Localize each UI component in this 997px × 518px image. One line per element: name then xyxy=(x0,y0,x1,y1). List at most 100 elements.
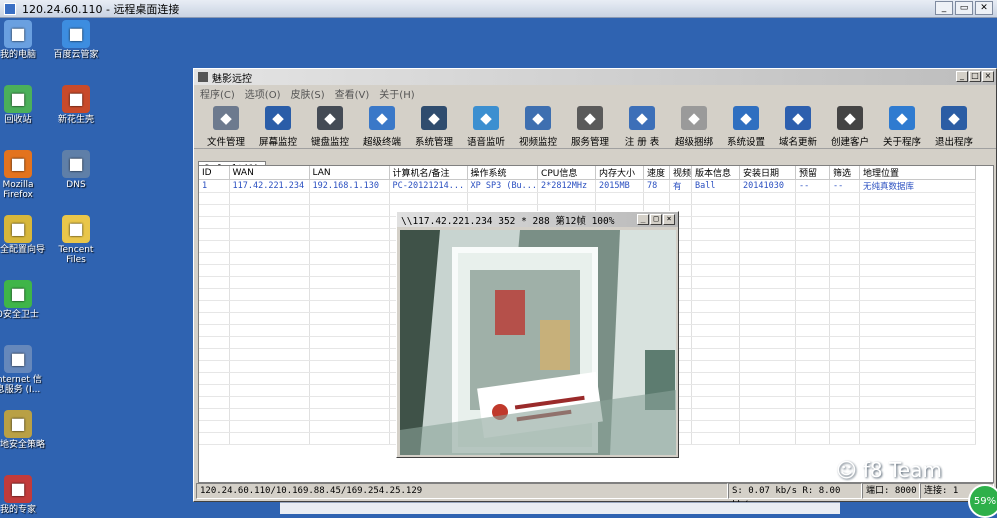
column-header[interactable]: 操作系统 xyxy=(467,166,539,180)
empty-cell xyxy=(309,336,390,349)
toolbar-settings-button[interactable]: ◆ 系统设置 xyxy=(720,102,772,148)
column-header[interactable]: 安装日期 xyxy=(739,166,797,180)
toolbar-registry-button[interactable]: ◆ 注 册 表 xyxy=(616,102,668,148)
desktop-icon-label: Internet 信息服务 (I... xyxy=(0,375,42,395)
empty-cell xyxy=(829,324,861,337)
column-header[interactable]: 速度 xyxy=(643,166,671,180)
menu-item[interactable]: 关于(H) xyxy=(379,86,414,101)
desktop-icon-security-guard[interactable]: ■ 0安全卫士 xyxy=(0,280,46,320)
empty-cell xyxy=(691,300,741,313)
empty-cell xyxy=(795,384,831,397)
close-button[interactable]: ✕ xyxy=(975,1,993,15)
desktop-icon-label: 0安全卫士 xyxy=(0,310,39,320)
toolbar-service-button[interactable]: ◆ 服务管理 xyxy=(564,102,616,148)
restore-button[interactable]: ▭ xyxy=(955,1,973,15)
column-header[interactable]: 视频 xyxy=(669,166,693,180)
toolbar-exit-button[interactable]: ◆ 退出程序 xyxy=(928,102,980,148)
empty-cell xyxy=(691,276,741,289)
menu-item[interactable]: 程序(C) xyxy=(200,86,235,101)
menu-item[interactable]: 选项(O) xyxy=(245,86,281,101)
empty-cell xyxy=(309,432,390,445)
table-row[interactable]: 1 117.42.221.234 192.168.1.130 PC-20121214.… xyxy=(199,179,977,193)
column-header[interactable]: ID xyxy=(199,166,230,180)
empty-cell xyxy=(829,408,861,421)
desktop-icon-firefox[interactable]: ■ Mozilla Firefox xyxy=(0,150,46,200)
maximize-button[interactable]: □ xyxy=(969,71,981,82)
desktop-icon-cloud[interactable]: ■ 百度云管家 xyxy=(48,20,104,60)
column-header[interactable]: 筛选 xyxy=(829,166,861,180)
empty-cell xyxy=(199,288,230,301)
desktop-icon-peanut-shell[interactable]: ■ 新花生壳 xyxy=(48,85,104,125)
empty-cell xyxy=(309,348,390,361)
minimize-button[interactable]: _ xyxy=(956,71,968,82)
empty-cell xyxy=(795,264,831,277)
empty-cell xyxy=(691,264,741,277)
toolbar-audio-button[interactable]: ◆ 语音监听 xyxy=(460,102,512,148)
table-cell: 有 xyxy=(669,179,693,193)
video-icon: ◆ xyxy=(525,106,551,130)
toolbar-create-client-button[interactable]: ◆ 创建客户 xyxy=(824,102,876,148)
column-header[interactable]: 版本信息 xyxy=(691,166,741,180)
toolbar-monitor-button[interactable]: ◆ 屏幕监控 xyxy=(252,102,304,148)
empty-cell xyxy=(829,336,861,349)
toolbar: ◆ 文件管理 ◆ 屏幕监控 ◆ 键盘监控 ◆ 超级终端 ◆ 系统管理 ◆ 语音监听 ◆ 视频监控 ◆ 服务管理… xyxy=(194,101,996,149)
empty-cell xyxy=(229,192,310,205)
toolbar-label: 屏幕监控 xyxy=(258,137,297,148)
menu-item[interactable]: 查看(V) xyxy=(335,86,370,101)
empty-cell xyxy=(691,216,741,229)
empty-cell xyxy=(691,348,741,361)
desktop-icon-security-wizard[interactable]: ■ 安全配置向导 xyxy=(0,215,46,255)
column-header[interactable]: CPU信息 xyxy=(537,166,597,180)
screen-monitor-window[interactable]: \\117.42.221.234 352 * 288 第12帧 100% _ □… xyxy=(396,211,679,458)
empty-cell xyxy=(309,372,390,385)
column-header[interactable]: LAN xyxy=(309,166,390,180)
minimize-button[interactable]: _ xyxy=(935,1,953,15)
empty-cell xyxy=(795,228,831,241)
system-icon: ◆ xyxy=(421,106,447,130)
toolbar-terminal-button[interactable]: ◆ 超级终端 xyxy=(356,102,408,148)
empty-cell xyxy=(795,408,831,421)
toolbar-file-manager-button[interactable]: ◆ 文件管理 xyxy=(200,102,252,148)
maximize-button[interactable]: □ xyxy=(650,214,662,225)
desktop-icon-local-policy[interactable]: ■ 本地安全策略 xyxy=(0,410,46,450)
empty-cell xyxy=(199,432,230,445)
menu-item[interactable]: 皮肤(S) xyxy=(290,86,324,101)
empty-cell xyxy=(829,300,861,313)
toolbar-keyboard-button[interactable]: ◆ 键盘监控 xyxy=(304,102,356,148)
desktop-icon-folder[interactable]: ■ Tencent Files xyxy=(48,215,104,265)
toolbar-label: 关于程序 xyxy=(882,137,921,148)
desktop-icon-label: 百度云管家 xyxy=(53,50,99,60)
column-header[interactable]: 预留 xyxy=(795,166,831,180)
toolbar-bundle-button[interactable]: ◆ 超级捆绑 xyxy=(668,102,720,148)
toolbar-system-button[interactable]: ◆ 系统管理 xyxy=(408,102,460,148)
toolbar-label: 系统管理 xyxy=(414,137,453,148)
empty-cell xyxy=(229,348,310,361)
toolbar-about-button[interactable]: ◆ 关于程序 xyxy=(876,102,928,148)
minimize-button[interactable]: _ xyxy=(637,214,649,225)
watermark-text: f8 Team xyxy=(862,458,942,482)
desktop-icon-computer[interactable]: ■ 我的电脑 xyxy=(0,20,46,60)
empty-cell xyxy=(199,228,230,241)
empty-cell xyxy=(229,276,310,289)
close-button[interactable]: × xyxy=(663,214,675,225)
create-client-icon: ◆ xyxy=(837,106,863,130)
empty-cell xyxy=(739,204,797,217)
toolbar-domain-button[interactable]: ◆ 域名更新 xyxy=(772,102,824,148)
exit-icon: ◆ xyxy=(941,106,967,130)
close-button[interactable]: × xyxy=(982,71,994,82)
empty-cell xyxy=(199,360,230,373)
column-header[interactable]: 内存大小 xyxy=(595,166,645,180)
column-header[interactable]: 地理位置 xyxy=(859,166,977,180)
toolbar-video-button[interactable]: ◆ 视频监控 xyxy=(512,102,564,148)
empty-cell xyxy=(691,252,741,265)
desktop-icon-iis[interactable]: ■Internet 信息服务 (I... xyxy=(0,345,46,395)
empty-cell xyxy=(795,396,831,409)
camera-image xyxy=(400,230,676,455)
column-header[interactable]: 计算机名/备注 xyxy=(389,166,468,180)
empty-cell xyxy=(859,252,977,265)
desktop-icon-expert[interactable]: ■ 我的专家 xyxy=(0,475,46,515)
desktop-icon-network[interactable]: ■ DNS xyxy=(48,150,104,190)
column-header[interactable]: WAN xyxy=(229,166,310,180)
empty-cell xyxy=(795,336,831,349)
desktop-icon-recycle-bin[interactable]: ■ 回收站 xyxy=(0,85,46,125)
